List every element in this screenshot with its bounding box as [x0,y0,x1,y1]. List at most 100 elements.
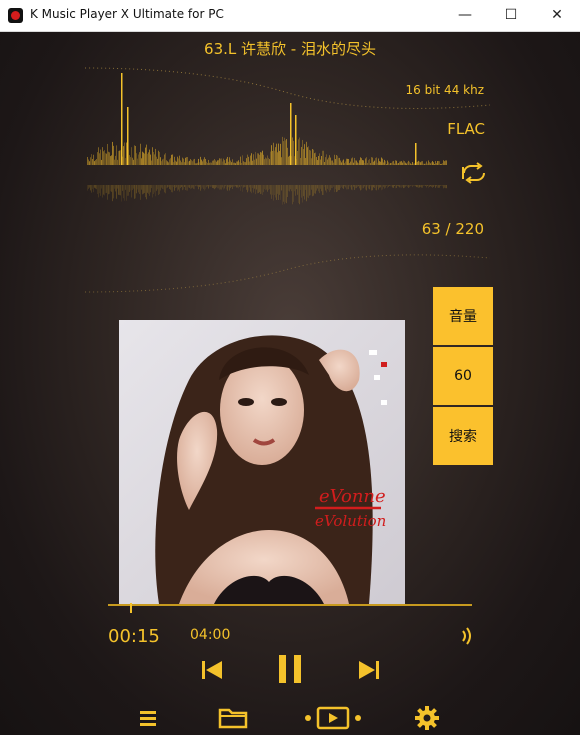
progress-bar[interactable] [108,604,472,606]
wave-reflection [265,185,266,191]
wave-bar [148,152,149,165]
wave-reflection [95,185,96,189]
wave-bar [286,139,287,165]
wave-bar [184,162,185,165]
pause-icon[interactable] [276,653,304,685]
wave-bar [87,156,88,165]
wave-reflection [119,185,120,196]
wave-bar [143,152,144,165]
album-cover: eVonne eVolution [119,320,405,604]
wave-bar [411,163,412,165]
wave-reflection [316,185,317,191]
volume-value[interactable]: 60 [433,347,493,405]
wave-bar [388,162,389,165]
wave-reflection [308,185,309,199]
wave-bar [352,157,353,165]
wave-bar [409,161,410,165]
wave-bar [292,137,293,165]
wave-bar [420,162,421,165]
skip-previous-icon[interactable] [200,658,224,682]
repeat-icon[interactable] [461,162,487,184]
wave-reflection [238,185,239,189]
wave-reflection [439,185,440,188]
wave-reflection [357,185,358,187]
wave-reflection [393,185,394,188]
wave-bar [155,148,156,165]
wave-bar [397,163,398,165]
wave-reflection [396,185,397,188]
wave-reflection [156,185,157,191]
wave-reflection [386,185,387,186]
wave-bar [134,145,135,165]
wave-reflection [259,185,260,193]
maximize-button[interactable]: ☐ [488,0,534,31]
wave-bar [167,161,168,165]
wave-reflection [314,185,315,194]
wave-bar [330,157,331,165]
wave-reflection [287,185,288,198]
wave-reflection [333,185,334,187]
wave-reflection [326,185,327,193]
wave-reflection [223,185,224,190]
wave-bar [147,153,148,165]
wave-bar [372,157,373,165]
wave-bar [303,149,304,165]
wave-bar [159,152,160,165]
wave-bar [99,153,100,165]
wave-bar [219,158,220,165]
search-button[interactable]: 搜索 [433,407,493,465]
minimize-button[interactable]: — [442,0,488,31]
folder-icon[interactable] [218,705,248,731]
wave-bar [112,141,113,165]
wave-reflection [173,185,174,188]
close-button[interactable]: ✕ [534,0,580,31]
wave-bar [266,158,267,165]
wave-bar [308,146,309,165]
wave-reflection [359,185,360,189]
video-icon[interactable] [304,705,362,731]
wave-reflection [310,185,311,196]
gear-icon[interactable] [414,705,440,731]
wave-reflection [378,185,379,190]
wave-bar [204,157,205,165]
wave-bar [362,160,363,165]
wave-reflection [129,185,130,192]
wave-reflection [273,185,274,201]
wave-reflection [188,185,189,188]
wave-bar [442,163,443,165]
wave-reflection [219,185,220,190]
wave-bar [257,153,258,165]
wave-reflection [130,185,131,191]
wave-reflection [159,185,160,195]
wave-reflection [213,185,214,189]
wave-reflection [210,185,211,187]
wave-reflection [194,185,195,190]
wave-bar [268,157,269,165]
wave-bar [228,161,229,165]
wave-reflection [422,185,423,188]
wave-bar [312,149,313,165]
wave-bar [319,153,320,165]
wave-reflection [272,185,273,195]
skip-next-icon[interactable] [357,658,381,682]
wave-bar [265,157,266,165]
wave-reflection [221,185,222,190]
wave-bar [369,158,370,165]
title-bar[interactable]: K Music Player X Ultimate for PC — ☐ ✕ [0,0,580,32]
wave-bar [427,163,428,165]
wave-bar [195,163,196,165]
volume-icon[interactable] [461,626,475,646]
menu-icon[interactable] [138,705,160,731]
wave-bar [276,143,277,165]
progress-handle[interactable] [129,603,132,613]
wave-reflection [142,185,143,195]
wave-reflection [100,185,101,196]
wave-reflection [391,185,392,187]
wave-bar [116,145,117,165]
volume-button[interactable]: 音量 [433,287,493,345]
wave-bar [422,161,423,165]
wave-bar [316,157,317,165]
wave-bar [394,163,395,165]
wave-bar [161,161,162,165]
wave-reflection [250,185,251,192]
